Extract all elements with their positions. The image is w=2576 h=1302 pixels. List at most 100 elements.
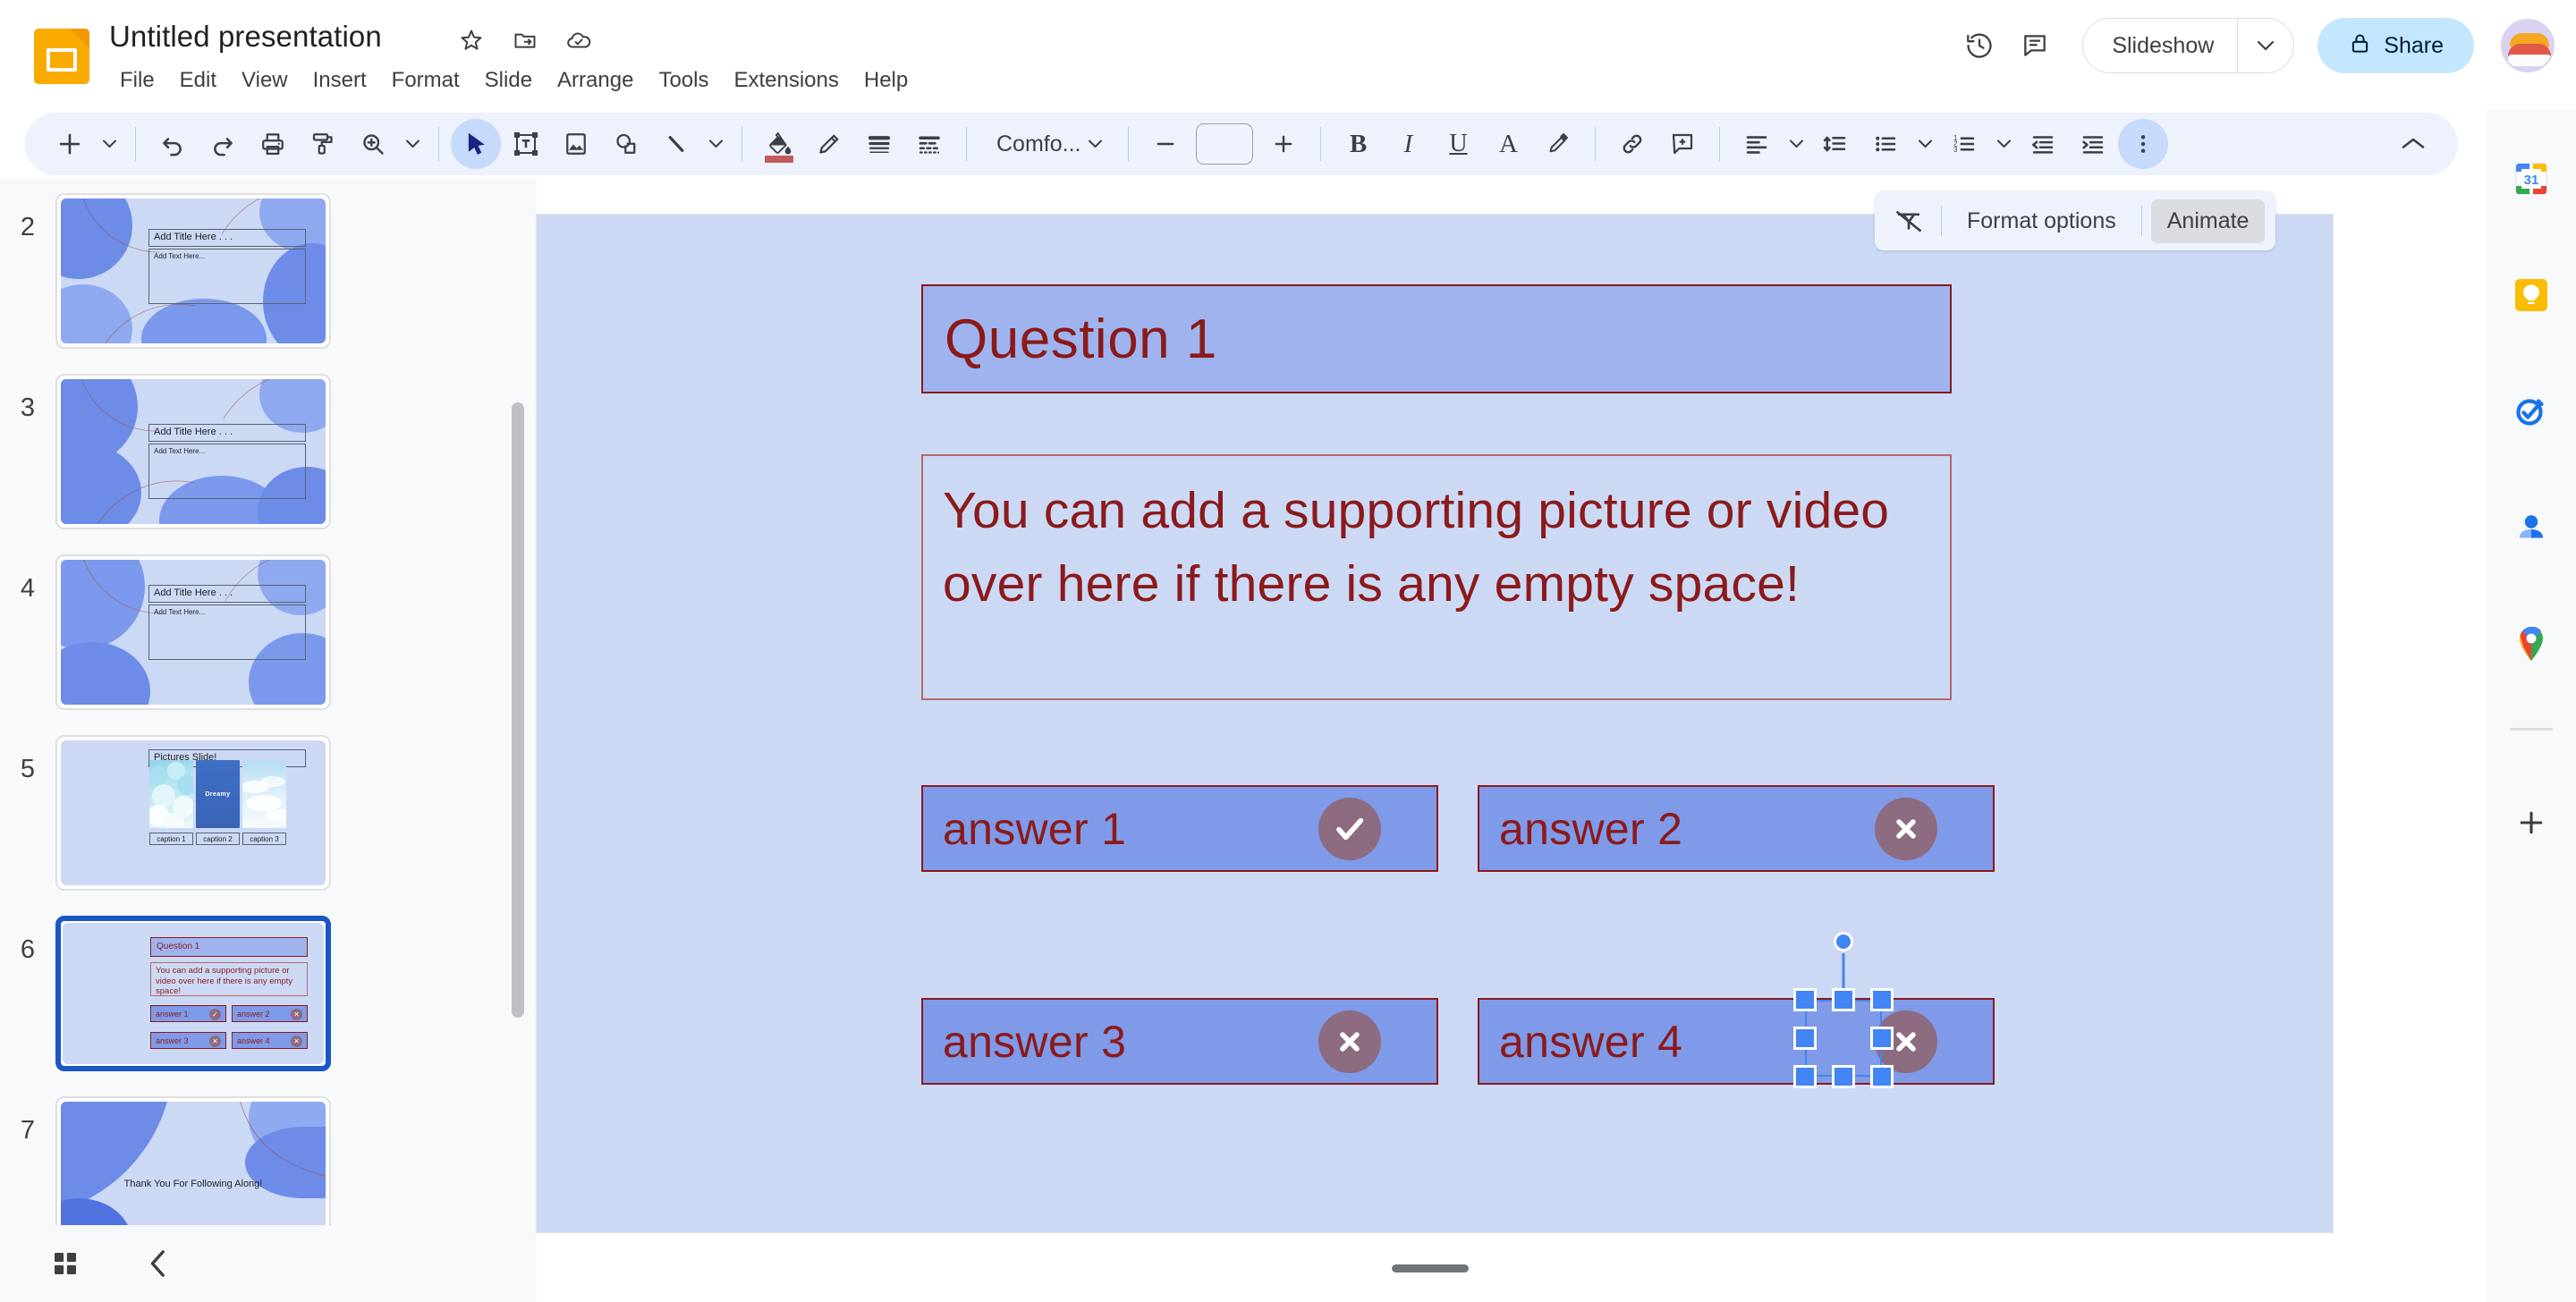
answer-box-2[interactable]: answer 2 — [1478, 785, 1995, 872]
increase-font-size-button[interactable] — [1258, 119, 1309, 169]
rotation-handle[interactable] — [1834, 932, 1853, 951]
resize-handle-bottom-left[interactable] — [1793, 1065, 1817, 1088]
format-options-button[interactable]: Format options — [1951, 199, 2132, 243]
paint-format-button[interactable] — [298, 119, 348, 169]
share-button[interactable]: Share — [2318, 18, 2474, 73]
slide-thumbnail[interactable]: Pictures Slide! Dreamy — [55, 735, 331, 891]
answer-box-4[interactable]: answer 4 — [1478, 998, 1995, 1085]
check-icon[interactable] — [1318, 798, 1381, 860]
google-maps-icon[interactable] — [2506, 619, 2556, 669]
resize-handle-bottom-right[interactable] — [1870, 1065, 1894, 1088]
slide-body-box[interactable]: You can add a supporting picture or vide… — [921, 454, 1952, 700]
slide-thumbnail[interactable]: Add Title Here . . . Add Text Here... — [55, 554, 331, 710]
collapse-toolbar-icon[interactable] — [2388, 119, 2438, 169]
link-icon[interactable] — [1607, 119, 1657, 169]
cross-icon[interactable] — [1318, 1010, 1381, 1073]
canvas-horizontal-scrollbar[interactable] — [1392, 1264, 1469, 1272]
menu-tools[interactable]: Tools — [646, 64, 721, 97]
filmstrip-slide-3[interactable]: 3 Add Title Here . . . Add Text Here... — [0, 374, 537, 529]
line-spacing-icon[interactable] — [1810, 119, 1860, 169]
resize-handle-top-left[interactable] — [1793, 988, 1817, 1011]
text-box-button[interactable] — [501, 119, 551, 169]
collapse-panel-icon[interactable] — [131, 1236, 186, 1291]
google-contacts-icon[interactable] — [2506, 503, 2556, 553]
new-slide-dropdown-icon[interactable] — [95, 119, 123, 169]
move-to-folder-icon[interactable] — [510, 25, 540, 55]
document-title[interactable]: Untitled presentation — [109, 20, 382, 54]
add-on-icon[interactable] — [2506, 798, 2556, 848]
slide-filmstrip[interactable]: 2 Add Title Here . . . Add Text Here... — [0, 179, 537, 1225]
version-history-icon[interactable] — [1952, 18, 2007, 73]
cloud-saved-icon[interactable] — [564, 25, 594, 55]
menu-help[interactable]: Help — [852, 64, 920, 97]
underline-button[interactable]: U — [1433, 119, 1483, 169]
redo-button[interactable] — [198, 119, 248, 169]
filmstrip-scrollbar[interactable] — [512, 402, 524, 1018]
font-family-select[interactable]: Comfo... — [979, 119, 1116, 169]
filmstrip-slide-6[interactable]: 6 Question 1 You can add a supporting pi… — [0, 916, 537, 1071]
increase-indent-icon[interactable] — [2068, 119, 2118, 169]
font-family-caret-icon[interactable] — [1080, 119, 1109, 169]
border-dash-button[interactable] — [904, 119, 954, 169]
decrease-indent-icon[interactable] — [2018, 119, 2068, 169]
menu-slide[interactable]: Slide — [472, 64, 545, 97]
filmstrip-slide-2[interactable]: 2 Add Title Here . . . Add Text Here... — [0, 193, 537, 349]
menu-file[interactable]: File — [107, 64, 167, 97]
google-keep-icon[interactable] — [2506, 270, 2556, 320]
zoom-button[interactable] — [348, 119, 398, 169]
highlighter-icon[interactable] — [1533, 119, 1583, 169]
resize-handle-bottom-center[interactable] — [1832, 1065, 1855, 1088]
bold-button[interactable]: B — [1333, 119, 1383, 169]
resize-handle-middle-right[interactable] — [1870, 1027, 1894, 1050]
google-tasks-icon[interactable] — [2506, 386, 2556, 436]
decrease-font-size-button[interactable] — [1140, 119, 1191, 169]
bulleted-list-icon[interactable] — [1860, 119, 1911, 169]
menu-arrange[interactable]: Arrange — [545, 64, 646, 97]
slide-thumbnail[interactable]: Add Title Here . . . Add Text Here... — [55, 374, 331, 529]
line-button[interactable] — [651, 119, 701, 169]
zoom-dropdown-icon[interactable] — [398, 119, 427, 169]
menu-view[interactable]: View — [229, 64, 301, 97]
select-tool-button[interactable] — [451, 119, 501, 169]
menu-extensions[interactable]: Extensions — [721, 64, 851, 97]
comment-history-icon[interactable] — [2007, 18, 2063, 73]
answer-box-1[interactable]: answer 1 — [921, 785, 1438, 872]
slide-thumbnail[interactable]: Add Title Here . . . Add Text Here... — [55, 193, 331, 349]
menu-edit[interactable]: Edit — [167, 64, 229, 97]
slides-logo-icon[interactable] — [34, 29, 89, 84]
add-comment-icon[interactable] — [1657, 119, 1707, 169]
new-slide-button[interactable] — [45, 119, 95, 169]
google-calendar-icon[interactable]: 31 — [2506, 154, 2556, 204]
slide-stage[interactable]: Question 1 You can add a supporting pict… — [537, 215, 2333, 1232]
line-dropdown-icon[interactable] — [701, 119, 730, 169]
align-dropdown-icon[interactable] — [1782, 119, 1810, 169]
resize-handle-top-center[interactable] — [1832, 988, 1855, 1011]
slide-thumbnail-selected[interactable]: Question 1 You can add a supporting pict… — [55, 916, 331, 1071]
shape-button[interactable] — [601, 119, 651, 169]
resize-handle-middle-left[interactable] — [1793, 1027, 1817, 1050]
numbered-list-dropdown-icon[interactable] — [1989, 119, 2018, 169]
fill-color-button[interactable] — [754, 119, 804, 169]
cross-icon[interactable] — [1875, 798, 1937, 860]
user-avatar[interactable] — [2501, 19, 2555, 72]
align-left-icon[interactable] — [1732, 119, 1782, 169]
filmstrip-slide-4[interactable]: 4 Add Title Here . . . Add Text Here... — [0, 554, 537, 710]
numbered-list-icon[interactable]: 1 2 3 — [1939, 119, 1989, 169]
animate-button[interactable]: Animate — [2151, 199, 2266, 243]
font-size-input[interactable] — [1196, 123, 1253, 165]
no-transition-icon[interactable] — [1885, 198, 1932, 244]
selection-handles[interactable] — [1805, 1000, 1882, 1077]
grid-view-icon[interactable] — [38, 1236, 93, 1291]
star-icon[interactable] — [456, 25, 487, 55]
resize-handle-top-right[interactable] — [1870, 988, 1894, 1011]
slide-thumbnail[interactable]: Thank You For Following Along! — [55, 1096, 331, 1225]
insert-image-button[interactable] — [551, 119, 601, 169]
border-weight-button[interactable] — [854, 119, 904, 169]
italic-button[interactable]: I — [1383, 119, 1433, 169]
answer-box-3[interactable]: answer 3 — [921, 998, 1438, 1085]
text-color-button[interactable]: A — [1483, 119, 1533, 169]
menu-format[interactable]: Format — [379, 64, 472, 97]
filmstrip-slide-7[interactable]: 7 Thank You For Following Along! — [0, 1096, 537, 1225]
bulleted-list-dropdown-icon[interactable] — [1911, 119, 1939, 169]
print-button[interactable] — [248, 119, 298, 169]
